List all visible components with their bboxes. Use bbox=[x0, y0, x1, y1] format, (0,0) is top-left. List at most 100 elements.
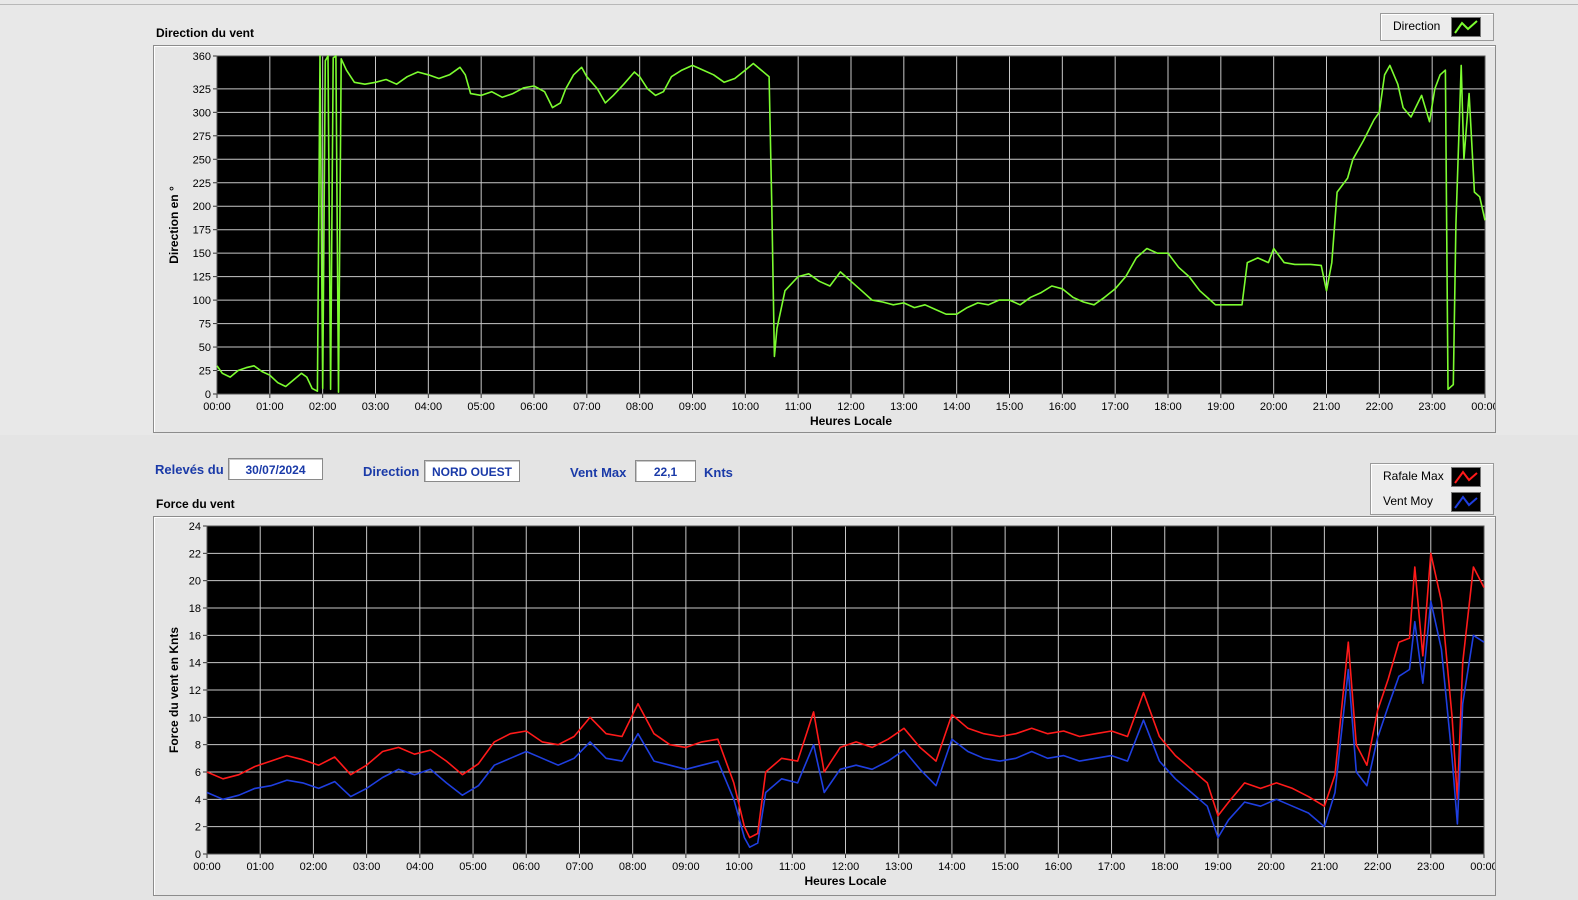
force-x-tick-label: 02:00 bbox=[300, 861, 328, 873]
force-y-tick-label: 6 bbox=[195, 767, 201, 779]
direction-y-tick-label: 50 bbox=[199, 342, 211, 354]
force-x-tick-label: 00:00 bbox=[1470, 861, 1495, 873]
direction-y-tick-label: 175 bbox=[193, 225, 211, 237]
force-x-tick-label: 07:00 bbox=[566, 861, 594, 873]
legend-label-direction: Direction bbox=[1393, 19, 1441, 33]
force-x-tick-label: 05:00 bbox=[459, 861, 487, 873]
force-y-tick-label: 10 bbox=[189, 712, 201, 724]
force-chart: 00:00 01:00 02:00 03:00 04:00 05:00 06:00 07:00… bbox=[167, 521, 1498, 888]
force-x-tick-label: 12:00 bbox=[832, 861, 860, 873]
direction-y-tick-label: 250 bbox=[193, 154, 211, 166]
force-x-tick-label: 10:00 bbox=[725, 861, 753, 873]
direction-panel-title: Direction du vent bbox=[156, 26, 255, 40]
force-x-tick-label: 19:00 bbox=[1204, 861, 1232, 873]
direction-x-tick-label: 23:00 bbox=[1418, 401, 1446, 413]
direction-label: Direction bbox=[363, 464, 420, 479]
force-y-tick-label: 0 bbox=[195, 849, 201, 861]
direction-x-tick-label: 11:00 bbox=[785, 401, 812, 413]
direction-field[interactable]: NORD OUEST bbox=[424, 460, 520, 482]
direction-x-tick-label: 12:00 bbox=[837, 401, 865, 413]
avg-line-swatch-icon bbox=[1451, 492, 1481, 512]
direction-x-tick-label: 09:00 bbox=[679, 401, 707, 413]
legend-item-direction[interactable]: Direction bbox=[1381, 14, 1493, 38]
direction-y-tick-label: 300 bbox=[193, 107, 211, 119]
direction-x-tick-label: 08:00 bbox=[626, 401, 654, 413]
direction-y-tick-label: 125 bbox=[193, 272, 211, 284]
direction-y-tick-label: 325 bbox=[193, 84, 211, 96]
legend-item-gust[interactable]: Rafale Max bbox=[1371, 464, 1493, 488]
direction-x-tick-label: 13:00 bbox=[890, 401, 918, 413]
direction-x-axis-label: Heures Locale bbox=[810, 414, 892, 428]
direction-chart: 00:00 01:00 02:00 03:00 04:00 05:00 06:00 07:00… bbox=[167, 51, 1499, 428]
legend-label-gust: Rafale Max bbox=[1383, 469, 1444, 483]
direction-x-tick-label: 14:00 bbox=[943, 401, 971, 413]
direction-x-tick-label: 21:00 bbox=[1313, 401, 1341, 413]
gust-line-swatch-icon bbox=[1451, 467, 1481, 487]
direction-y-tick-label: 0 bbox=[205, 389, 211, 401]
force-x-tick-label: 06:00 bbox=[512, 861, 540, 873]
force-x-tick-label: 11:00 bbox=[779, 861, 806, 873]
vmax-unit-label: Knts bbox=[704, 465, 733, 480]
force-y-tick-label: 16 bbox=[189, 630, 201, 642]
force-y-axis-label: Force du vent en Knts bbox=[167, 627, 181, 753]
direction-y-tick-label: 200 bbox=[193, 201, 211, 213]
direction-y-tick-label: 100 bbox=[193, 295, 211, 307]
force-y-tick-label: 14 bbox=[189, 658, 201, 670]
legend-item-avg[interactable]: Vent Moy bbox=[1371, 489, 1493, 513]
vmax-label: Vent Max bbox=[570, 465, 627, 480]
direction-x-tick-label: 17:00 bbox=[1101, 401, 1129, 413]
direction-x-tick-label: 18:00 bbox=[1154, 401, 1182, 413]
force-x-tick-label: 20:00 bbox=[1257, 861, 1285, 873]
date-field[interactable]: 30/07/2024 bbox=[228, 458, 323, 480]
direction-y-tick-label: 150 bbox=[193, 248, 211, 260]
force-y-tick-label: 4 bbox=[195, 794, 201, 806]
force-y-tick-label: 24 bbox=[189, 521, 201, 533]
top-divider bbox=[0, 4, 1578, 5]
force-x-tick-label: 21:00 bbox=[1311, 861, 1339, 873]
direction-x-tick-label: 19:00 bbox=[1207, 401, 1235, 413]
direction-x-tick-label: 06:00 bbox=[520, 401, 548, 413]
legend-label-avg: Vent Moy bbox=[1383, 494, 1434, 508]
direction-y-axis-label: Direction en ° bbox=[167, 186, 181, 264]
direction-y-tick-label: 360 bbox=[193, 51, 211, 63]
direction-x-tick-label: 00:00 bbox=[203, 401, 231, 413]
force-x-axis-label: Heures Locale bbox=[804, 874, 886, 888]
force-x-tick-label: 01:00 bbox=[246, 861, 274, 873]
direction-x-tick-label: 16:00 bbox=[1049, 401, 1077, 413]
force-y-tick-label: 20 bbox=[189, 576, 201, 588]
force-x-tick-label: 08:00 bbox=[619, 861, 647, 873]
force-x-tick-label: 17:00 bbox=[1098, 861, 1126, 873]
force-y-tick-label: 18 bbox=[189, 603, 201, 615]
direction-chart-panel: 00:00 01:00 02:00 03:00 04:00 05:00 06:00 07:00… bbox=[153, 45, 1499, 433]
direction-y-tick-label: 225 bbox=[193, 178, 211, 190]
direction-x-tick-label: 22:00 bbox=[1366, 401, 1394, 413]
force-x-tick-label: 16:00 bbox=[1045, 861, 1073, 873]
direction-x-tick-label: 00:00 bbox=[1471, 401, 1495, 413]
date-label: Relevés du bbox=[155, 462, 224, 477]
direction-x-tick-label: 04:00 bbox=[415, 401, 443, 413]
direction-y-tick-label: 25 bbox=[199, 366, 211, 378]
force-legend[interactable]: Rafale Max Vent Moy bbox=[1370, 463, 1494, 515]
direction-x-tick-label: 15:00 bbox=[996, 401, 1024, 413]
direction-x-tick-label: 02:00 bbox=[309, 401, 337, 413]
direction-x-tick-label: 03:00 bbox=[362, 401, 390, 413]
force-x-tick-label: 23:00 bbox=[1417, 861, 1445, 873]
force-x-tick-label: 04:00 bbox=[406, 861, 434, 873]
force-x-tick-label: 09:00 bbox=[672, 861, 700, 873]
force-panel-title: Force du vent bbox=[156, 497, 235, 511]
force-x-tick-label: 15:00 bbox=[991, 861, 1019, 873]
force-y-tick-label: 8 bbox=[195, 740, 201, 752]
force-x-tick-label: 13:00 bbox=[885, 861, 913, 873]
direction-x-tick-label: 10:00 bbox=[732, 401, 760, 413]
direction-x-tick-label: 01:00 bbox=[256, 401, 284, 413]
force-y-tick-label: 2 bbox=[195, 822, 201, 834]
force-x-tick-label: 22:00 bbox=[1364, 861, 1392, 873]
force-x-tick-label: 03:00 bbox=[353, 861, 381, 873]
vmax-field[interactable]: 22,1 bbox=[635, 460, 696, 482]
direction-line-swatch-icon bbox=[1451, 17, 1481, 37]
force-x-tick-label: 14:00 bbox=[938, 861, 966, 873]
direction-legend[interactable]: Direction bbox=[1380, 13, 1494, 41]
direction-y-tick-label: 275 bbox=[193, 131, 211, 143]
force-x-tick-label: 00:00 bbox=[193, 861, 221, 873]
force-x-tick-label: 18:00 bbox=[1151, 861, 1179, 873]
